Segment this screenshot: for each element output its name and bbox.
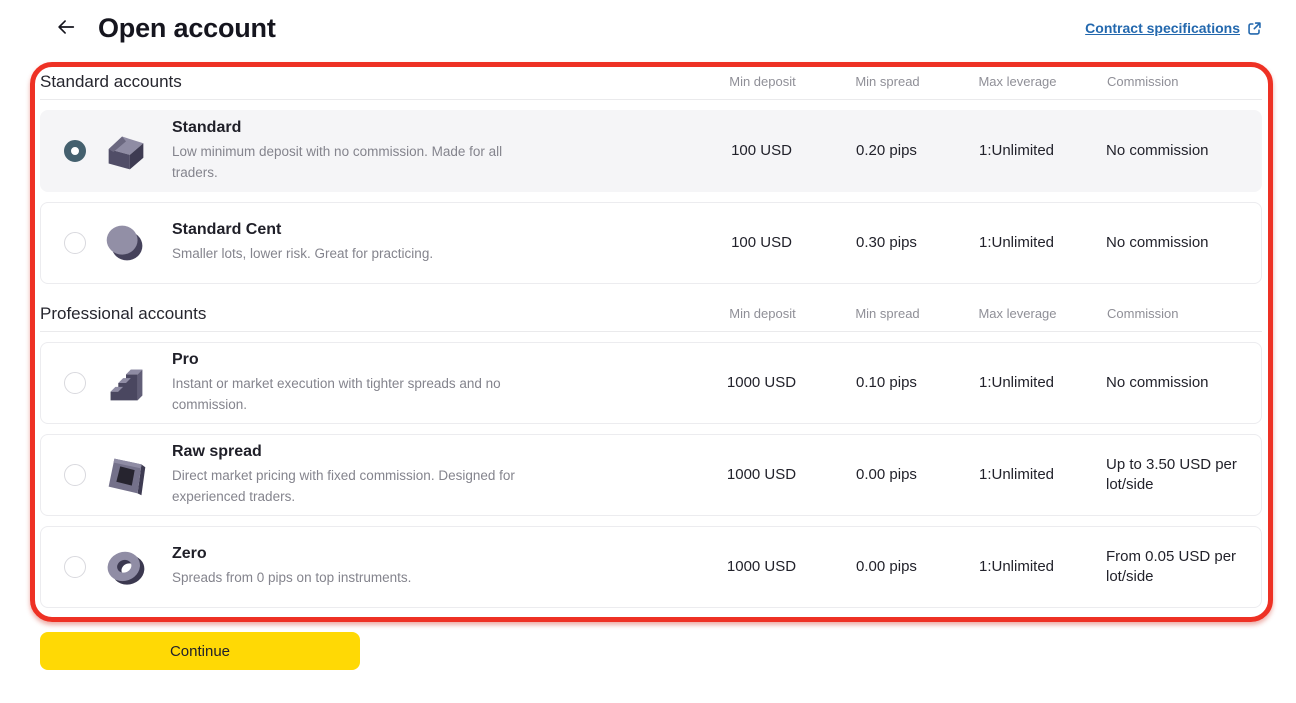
min-deposit-value: 100 USD xyxy=(699,141,824,161)
max-leverage-value: 1:Unlimited xyxy=(949,141,1084,161)
coin-icon xyxy=(99,216,153,270)
max-leverage-value: 1:Unlimited xyxy=(949,233,1084,253)
stairs-icon xyxy=(99,356,153,410)
back-button[interactable] xyxy=(52,14,80,42)
back-arrow-icon xyxy=(55,16,77,41)
commission-value: No commission xyxy=(1084,233,1261,253)
radio-standard-cent[interactable] xyxy=(64,232,86,254)
max-leverage-value: 1:Unlimited xyxy=(949,465,1084,485)
radio-standard[interactable] xyxy=(64,140,86,162)
section-label: Standard accounts xyxy=(40,72,700,92)
account-row-standard-cent[interactable]: Standard Cent Smaller lots, lower risk. … xyxy=(40,202,1262,284)
section-header-professional: Professional accounts Min deposit Min sp… xyxy=(40,296,1262,332)
standard-block-icon xyxy=(99,124,153,178)
account-name: Pro xyxy=(172,351,699,369)
contract-specifications-link[interactable]: Contract specifications xyxy=(1085,20,1262,36)
account-description: Direct market pricing with fixed commiss… xyxy=(172,466,520,508)
frame-icon xyxy=(99,448,153,502)
max-leverage-value: 1:Unlimited xyxy=(949,557,1084,577)
account-name: Zero xyxy=(172,545,699,563)
column-header-commission: Commission xyxy=(1085,306,1262,321)
contract-specifications-label: Contract specifications xyxy=(1085,20,1240,36)
commission-value: No commission xyxy=(1084,141,1261,161)
min-spread-value: 0.10 pips xyxy=(824,373,949,393)
section-header-standard: Standard accounts Min deposit Min spread… xyxy=(40,64,1262,100)
external-link-icon xyxy=(1247,21,1262,36)
account-row-standard[interactable]: Standard Low minimum deposit with no com… xyxy=(40,110,1262,192)
account-row-zero[interactable]: Zero Spreads from 0 pips on top instrume… xyxy=(40,526,1262,608)
min-spread-value: 0.20 pips xyxy=(824,141,949,161)
account-row-raw-spread[interactable]: Raw spread Direct market pricing with fi… xyxy=(40,434,1262,516)
accounts-table: Standard accounts Min deposit Min spread… xyxy=(40,64,1262,608)
column-header-min-spread: Min spread xyxy=(825,306,950,321)
column-header-max-leverage: Max leverage xyxy=(950,306,1085,321)
max-leverage-value: 1:Unlimited xyxy=(949,373,1084,393)
radio-pro[interactable] xyxy=(64,372,86,394)
top-bar: Open account Contract specifications xyxy=(0,0,1296,52)
min-spread-value: 0.00 pips xyxy=(824,465,949,485)
min-spread-value: 0.30 pips xyxy=(824,233,949,253)
min-deposit-value: 1000 USD xyxy=(699,373,824,393)
commission-value: From 0.05 USD per lot/side xyxy=(1084,547,1261,588)
ring-icon xyxy=(99,540,153,594)
continue-button[interactable]: Continue xyxy=(40,632,360,670)
page-title: Open account xyxy=(98,13,276,44)
min-deposit-value: 100 USD xyxy=(699,233,824,253)
account-description: Spreads from 0 pips on top instruments. xyxy=(172,568,520,589)
column-header-min-deposit: Min deposit xyxy=(700,74,825,89)
column-header-min-deposit: Min deposit xyxy=(700,306,825,321)
account-description: Instant or market execution with tighter… xyxy=(172,374,520,416)
min-deposit-value: 1000 USD xyxy=(699,557,824,577)
column-header-min-spread: Min spread xyxy=(825,74,950,89)
min-spread-value: 0.00 pips xyxy=(824,557,949,577)
commission-value: Up to 3.50 USD per lot/side xyxy=(1084,455,1261,496)
account-name: Standard xyxy=(172,119,699,137)
column-header-commission: Commission xyxy=(1085,74,1262,89)
commission-value: No commission xyxy=(1084,373,1261,393)
account-row-pro[interactable]: Pro Instant or market execution with tig… xyxy=(40,342,1262,424)
open-account-page: Open account Contract specifications Sta… xyxy=(0,0,1296,703)
column-header-max-leverage: Max leverage xyxy=(950,74,1085,89)
min-deposit-value: 1000 USD xyxy=(699,465,824,485)
radio-zero[interactable] xyxy=(64,556,86,578)
section-label: Professional accounts xyxy=(40,304,700,324)
account-description: Low minimum deposit with no commission. … xyxy=(172,142,520,184)
account-description: Smaller lots, lower risk. Great for prac… xyxy=(172,244,520,265)
account-name: Standard Cent xyxy=(172,221,699,239)
account-name: Raw spread xyxy=(172,443,699,461)
radio-raw-spread[interactable] xyxy=(64,464,86,486)
